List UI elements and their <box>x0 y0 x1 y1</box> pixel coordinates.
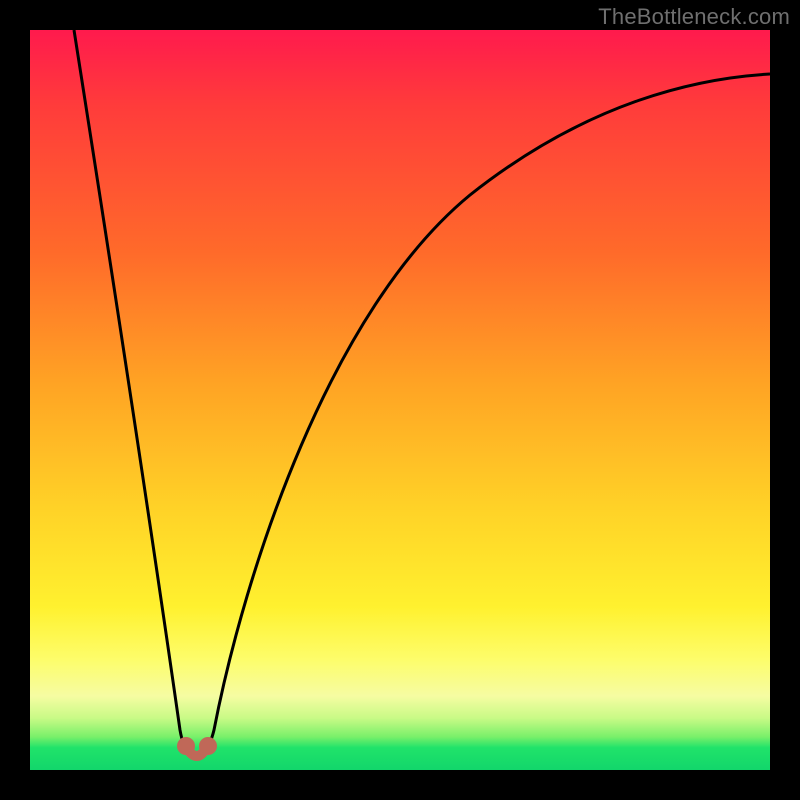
marker-min-right <box>199 737 217 755</box>
watermark-text: TheBottleneck.com <box>598 4 790 30</box>
chart-frame: TheBottleneck.com <box>0 0 800 800</box>
curve-right-branch <box>205 74 770 750</box>
curve-layer <box>30 30 770 770</box>
marker-min-left <box>177 737 195 755</box>
curve-left-branch <box>74 30 188 750</box>
plot-area <box>30 30 770 770</box>
